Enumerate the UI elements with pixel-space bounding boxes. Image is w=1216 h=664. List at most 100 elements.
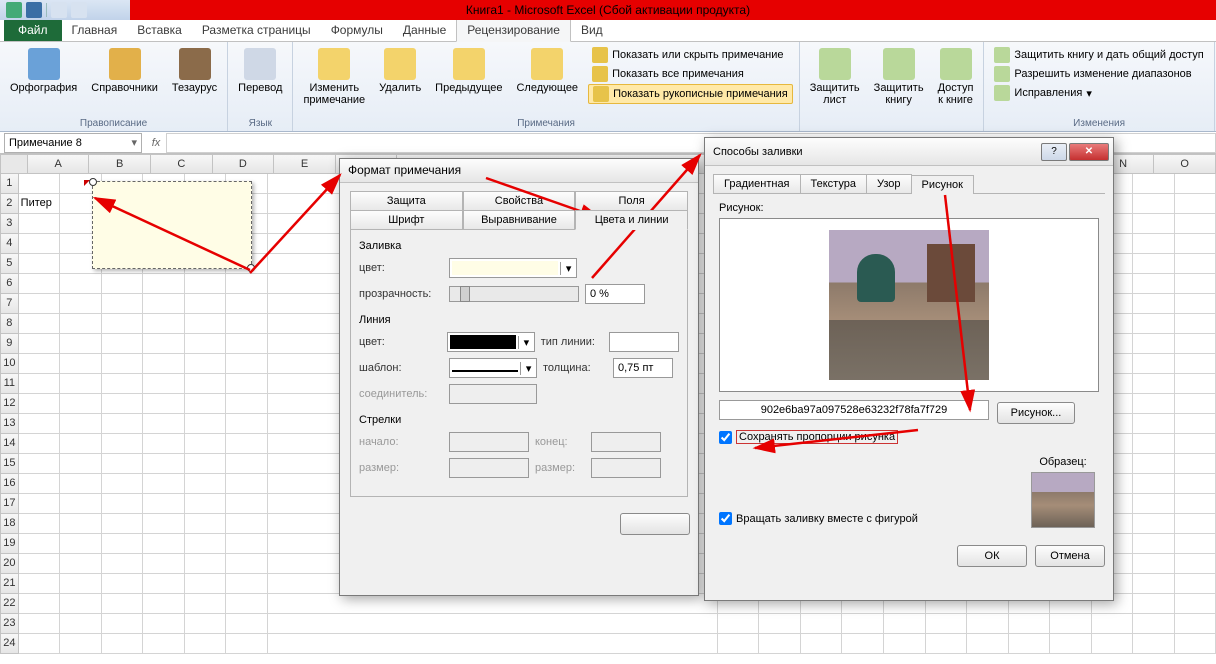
cell[interactable] bbox=[226, 294, 268, 314]
cell[interactable] bbox=[102, 534, 144, 554]
cell[interactable] bbox=[19, 254, 61, 274]
undo-icon[interactable] bbox=[51, 2, 67, 18]
cell[interactable] bbox=[60, 554, 102, 574]
show-all-comments-button[interactable]: Показать все примечания bbox=[588, 65, 793, 83]
cell[interactable] bbox=[60, 294, 102, 314]
tab-review[interactable]: Рецензирование bbox=[456, 18, 571, 42]
cell[interactable] bbox=[226, 274, 268, 294]
pattern-dropdown[interactable]: ▾ bbox=[449, 358, 537, 378]
cell[interactable] bbox=[102, 374, 144, 394]
cell[interactable] bbox=[1133, 494, 1175, 514]
cell[interactable] bbox=[1175, 474, 1216, 494]
cell[interactable] bbox=[143, 374, 185, 394]
tab-layout[interactable]: Разметка страницы bbox=[192, 19, 321, 41]
cell[interactable] bbox=[185, 414, 227, 434]
cell[interactable] bbox=[801, 634, 843, 654]
cell[interactable] bbox=[226, 574, 268, 594]
track-changes-button[interactable]: Исправления ▾ bbox=[990, 84, 1207, 102]
cell[interactable] bbox=[102, 554, 144, 574]
cell[interactable] bbox=[185, 454, 227, 474]
tab-home[interactable]: Главная bbox=[62, 19, 128, 41]
row-header-9[interactable]: 9 bbox=[0, 334, 19, 354]
row-header-5[interactable]: 5 bbox=[0, 254, 19, 274]
cell[interactable] bbox=[226, 434, 268, 454]
cell[interactable] bbox=[1175, 314, 1216, 334]
cell[interactable] bbox=[143, 574, 185, 594]
translate-button[interactable]: Перевод bbox=[234, 46, 286, 96]
cell[interactable] bbox=[1133, 174, 1175, 194]
row-header-20[interactable]: 20 bbox=[0, 554, 19, 574]
fill-color-dropdown[interactable]: ▾ bbox=[449, 258, 577, 278]
tab-font[interactable]: Шрифт bbox=[350, 210, 463, 230]
cell[interactable] bbox=[143, 394, 185, 414]
cell[interactable] bbox=[143, 614, 185, 634]
cell[interactable] bbox=[60, 314, 102, 334]
row-header-16[interactable]: 16 bbox=[0, 474, 19, 494]
cell[interactable] bbox=[1092, 634, 1134, 654]
cell[interactable] bbox=[185, 554, 227, 574]
protect-share-button[interactable]: Защитить книгу и дать общий доступ bbox=[990, 46, 1207, 64]
research-button[interactable]: Справочники bbox=[87, 46, 162, 96]
cell[interactable] bbox=[1133, 434, 1175, 454]
tab-protect[interactable]: Защита bbox=[350, 191, 463, 211]
cell[interactable] bbox=[19, 534, 61, 554]
col-B[interactable]: B bbox=[89, 154, 151, 174]
cell[interactable] bbox=[1175, 514, 1216, 534]
edit-comment-button[interactable]: Изменить примечание bbox=[299, 46, 369, 108]
redo-icon[interactable] bbox=[71, 2, 87, 18]
cell[interactable] bbox=[19, 354, 61, 374]
share-book-button[interactable]: Доступ к книге bbox=[934, 46, 978, 108]
cell[interactable] bbox=[102, 574, 144, 594]
lock-aspect-input[interactable] bbox=[719, 431, 732, 444]
cell[interactable] bbox=[1175, 594, 1216, 614]
allow-ranges-button[interactable]: Разрешить изменение диапазонов bbox=[990, 65, 1207, 83]
cell[interactable] bbox=[19, 314, 61, 334]
cell[interactable] bbox=[60, 454, 102, 474]
slider-thumb[interactable] bbox=[460, 286, 470, 302]
cell[interactable] bbox=[102, 414, 144, 434]
cell[interactable] bbox=[19, 294, 61, 314]
cell[interactable] bbox=[185, 314, 227, 334]
cell[interactable] bbox=[1133, 614, 1175, 634]
cell[interactable] bbox=[60, 574, 102, 594]
cell[interactable] bbox=[143, 274, 185, 294]
name-box[interactable]: Примечание 8▾ bbox=[4, 133, 142, 153]
cell[interactable] bbox=[60, 434, 102, 454]
cell[interactable] bbox=[1133, 234, 1175, 254]
row-header-18[interactable]: 18 bbox=[0, 514, 19, 534]
cell[interactable] bbox=[143, 454, 185, 474]
cell[interactable] bbox=[268, 634, 718, 654]
tab-view[interactable]: Вид bbox=[571, 19, 613, 41]
delete-comment-button[interactable]: Удалить bbox=[375, 46, 425, 96]
cell[interactable] bbox=[1175, 254, 1216, 274]
row-header-23[interactable]: 23 bbox=[0, 614, 19, 634]
cell[interactable] bbox=[102, 614, 144, 634]
cell[interactable] bbox=[60, 594, 102, 614]
cell[interactable] bbox=[1133, 554, 1175, 574]
cell[interactable] bbox=[226, 354, 268, 374]
chevron-down-icon[interactable]: ▾ bbox=[131, 136, 137, 149]
cell[interactable] bbox=[143, 294, 185, 314]
cell[interactable] bbox=[19, 394, 61, 414]
cell[interactable] bbox=[226, 554, 268, 574]
close-icon[interactable]: ✕ bbox=[1069, 143, 1109, 161]
cell[interactable] bbox=[1175, 494, 1216, 514]
cell[interactable] bbox=[19, 334, 61, 354]
tab-picture[interactable]: Рисунок bbox=[911, 175, 975, 194]
chevron-down-icon[interactable]: ▾ bbox=[520, 362, 536, 375]
cell[interactable] bbox=[1175, 354, 1216, 374]
cell[interactable] bbox=[842, 634, 884, 654]
cell[interactable] bbox=[926, 634, 968, 654]
cell[interactable] bbox=[60, 494, 102, 514]
cell[interactable] bbox=[19, 214, 61, 234]
cell[interactable] bbox=[185, 434, 227, 454]
cell[interactable] bbox=[226, 374, 268, 394]
cell[interactable] bbox=[185, 514, 227, 534]
cell[interactable] bbox=[60, 334, 102, 354]
cell[interactable] bbox=[19, 514, 61, 534]
cell[interactable] bbox=[226, 314, 268, 334]
cell[interactable] bbox=[1133, 314, 1175, 334]
tab-insert[interactable]: Вставка bbox=[127, 19, 192, 41]
cell[interactable] bbox=[143, 334, 185, 354]
cell[interactable] bbox=[19, 454, 61, 474]
